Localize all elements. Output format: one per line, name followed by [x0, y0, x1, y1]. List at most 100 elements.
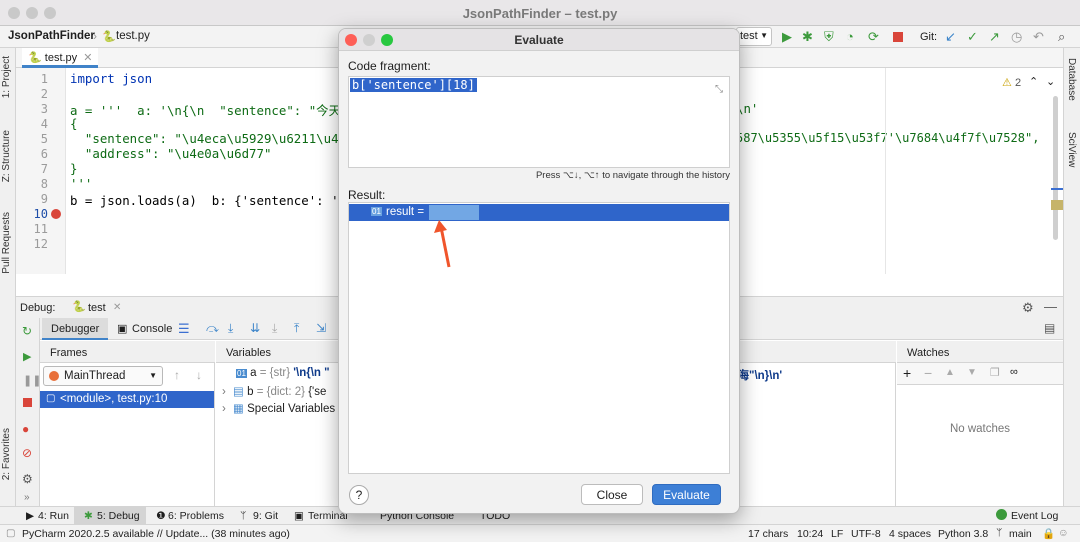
- thread-label: MainThread: [64, 370, 126, 382]
- warning-icon[interactable]: ⚠: [1002, 76, 1012, 89]
- rerun-icon[interactable]: ↻: [22, 324, 32, 338]
- tab-debugger[interactable]: Debugger: [42, 318, 108, 340]
- status-encoding[interactable]: UTF-8: [851, 528, 881, 540]
- evaluate-button[interactable]: Evaluate: [652, 484, 721, 505]
- debug-icon[interactable]: ✱: [802, 29, 813, 45]
- pause-icon[interactable]: ❚❚: [23, 374, 41, 387]
- minimize-icon[interactable]: —: [1044, 299, 1057, 314]
- coverage-icon[interactable]: ⛨: [824, 29, 834, 45]
- chevron-right-icon[interactable]: ›: [222, 386, 226, 398]
- arrow-down-icon[interactable]: ▼: [967, 367, 977, 378]
- debug-config-tab[interactable]: test: [88, 302, 106, 314]
- force-step-into-icon[interactable]: ⤓: [272, 321, 277, 336]
- editor-tab-test-py[interactable]: 🐍 test.py ✕: [22, 48, 99, 68]
- dialog-close-button[interactable]: [345, 34, 357, 46]
- view-breakpoints-icon[interactable]: ●: [22, 422, 29, 436]
- profile-icon[interactable]: ◔: [846, 29, 854, 44]
- run-config-select[interactable]: test ▼: [736, 27, 772, 46]
- gear-icon[interactable]: ⚙: [1022, 300, 1034, 316]
- status-indent[interactable]: 4 spaces: [889, 528, 931, 540]
- line-number: 6: [40, 147, 48, 161]
- lock-icon[interactable]: 🔒: [1042, 527, 1055, 540]
- chevron-down-icon[interactable]: ⌄: [1046, 75, 1055, 88]
- menu-icon[interactable]: ☰: [178, 321, 190, 337]
- more-icon[interactable]: »: [24, 492, 30, 503]
- tool-tab-run[interactable]: 4: Run: [38, 510, 69, 522]
- status-position[interactable]: 10:24: [797, 528, 823, 540]
- thread-icon: [49, 371, 59, 381]
- variable-row[interactable]: 01 a = {str} '\n{\n ": [236, 367, 330, 379]
- mute-breakpoints-icon[interactable]: ⊘: [22, 446, 32, 460]
- thread-select[interactable]: MainThread ▼: [43, 366, 163, 386]
- tool-tab-event-log[interactable]: Event Log: [1011, 510, 1058, 522]
- glasses-icon[interactable]: ∞: [1010, 366, 1018, 378]
- search-icon[interactable]: ⌕: [1058, 29, 1065, 45]
- concurrency-icon[interactable]: ⟳: [868, 29, 879, 45]
- tool-tab-pull-requests[interactable]: Pull Requests: [1, 212, 12, 274]
- tool-tab-sciview[interactable]: SciView: [1066, 132, 1077, 167]
- stop-icon[interactable]: [23, 398, 32, 407]
- git-commit-icon[interactable]: ✓: [967, 29, 978, 45]
- arrow-up-icon[interactable]: ↑: [174, 368, 180, 382]
- step-into-icon[interactable]: ⤓: [228, 321, 233, 336]
- settings-icon[interactable]: ⚙: [22, 472, 33, 486]
- breakpoint-icon[interactable]: [51, 209, 61, 219]
- dialog-zoom-button[interactable]: [381, 34, 393, 46]
- tool-tab-favorites[interactable]: 2: Favorites: [1, 428, 12, 480]
- step-out-icon[interactable]: ⤒: [294, 321, 299, 336]
- run-icon[interactable]: ▶: [782, 29, 792, 45]
- help-button[interactable]: ?: [349, 485, 369, 505]
- code-line: "address": "\u4e0a\u6d77": [70, 146, 272, 161]
- square-icon[interactable]: ▢: [6, 528, 15, 539]
- arrow-up-icon[interactable]: ▲: [945, 367, 955, 378]
- frames-header: Frames: [40, 341, 215, 363]
- chevron-right-icon[interactable]: ›: [222, 403, 226, 415]
- frame-item[interactable]: ▢ <module>, test.py:10: [40, 391, 214, 408]
- tool-tab-project[interactable]: 1: Project: [1, 56, 12, 98]
- code-fragment-input[interactable]: b['sentence'][18] ⤡: [348, 76, 730, 168]
- tool-tab-problems[interactable]: 6: Problems: [168, 510, 224, 522]
- chevron-up-icon[interactable]: ⌃: [1029, 75, 1038, 88]
- frame-label: <module>, test.py:10: [60, 393, 168, 405]
- line-number: 4: [40, 117, 48, 131]
- tool-tab-git[interactable]: 9: Git: [253, 510, 278, 522]
- breadcrumb-project[interactable]: JsonPathFinder: [8, 30, 95, 42]
- tab-console[interactable]: Console: [132, 323, 172, 335]
- run-icon: ▶: [26, 510, 35, 522]
- rollback-icon[interactable]: ↶: [1033, 29, 1044, 45]
- editor-scrollbar[interactable]: [1053, 96, 1058, 240]
- git-update-icon[interactable]: ↙: [945, 29, 956, 45]
- notification-icon[interactable]: ☺: [1058, 527, 1069, 539]
- history-icon[interactable]: ◷: [1011, 29, 1022, 45]
- stop-icon[interactable]: [893, 32, 903, 42]
- tool-tab-structure[interactable]: Z: Structure: [1, 130, 12, 182]
- run-to-cursor-icon[interactable]: ⇲: [316, 321, 326, 335]
- status-message[interactable]: PyCharm 2020.2.5 available // Update... …: [22, 528, 290, 540]
- variable-row[interactable]: › ▦ Special Variables: [222, 401, 335, 415]
- tool-tab-database[interactable]: Database: [1066, 58, 1077, 101]
- close-button[interactable]: Close: [581, 484, 643, 505]
- status-line-separator[interactable]: LF: [831, 528, 843, 540]
- breadcrumb-file[interactable]: test.py: [116, 30, 150, 42]
- expand-icon[interactable]: ⤡: [715, 84, 723, 95]
- status-branch[interactable]: main: [1009, 528, 1032, 540]
- remove-icon[interactable]: −: [924, 365, 932, 381]
- close-tab-icon[interactable]: ✕: [83, 52, 92, 64]
- caret-down-icon: ▼: [760, 31, 768, 40]
- variable-row[interactable]: › ▤ b = {dict: 2} {'se: [222, 384, 326, 398]
- add-icon[interactable]: +: [903, 365, 911, 381]
- copy-icon[interactable]: ❐: [990, 366, 1000, 379]
- layout-icon[interactable]: ▤: [1044, 321, 1055, 335]
- resume-icon[interactable]: ▶: [23, 350, 31, 363]
- code-line: import json: [70, 71, 153, 86]
- status-interpreter[interactable]: Python 3.8: [938, 528, 988, 540]
- frame-icon: ▢: [46, 393, 56, 404]
- close-tab-icon[interactable]: ✕: [113, 302, 121, 313]
- step-over-icon[interactable]: ⤼: [206, 321, 219, 336]
- result-row[interactable]: 01 result =: [349, 204, 729, 221]
- dialog-minimize-button[interactable]: [363, 34, 375, 46]
- tool-tab-debug[interactable]: 5: Debug: [97, 510, 140, 522]
- step-into-my-code-icon[interactable]: ⇊: [250, 321, 260, 335]
- git-push-icon[interactable]: ↗: [989, 29, 1000, 45]
- arrow-down-icon[interactable]: ↓: [196, 368, 202, 382]
